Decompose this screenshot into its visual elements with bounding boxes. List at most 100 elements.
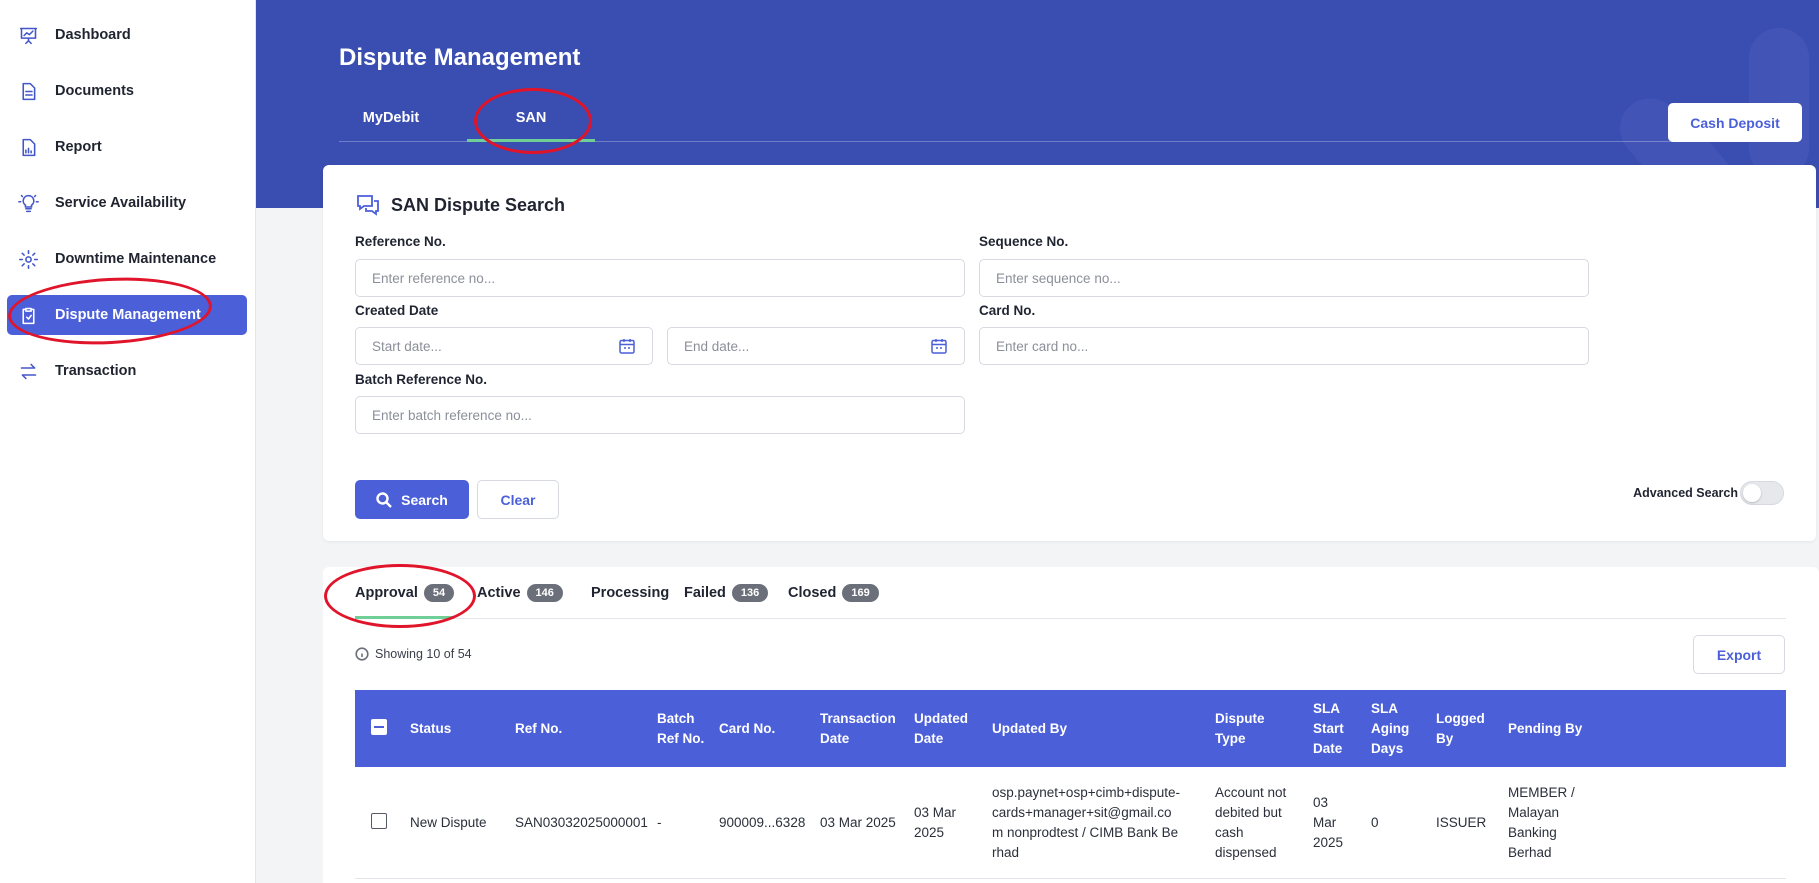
column-header[interactable]: Batch Ref No.: [657, 690, 705, 767]
column-header[interactable]: Card No.: [719, 690, 809, 767]
clipboard-icon: [17, 304, 39, 326]
column-header[interactable]: Status: [410, 690, 500, 767]
tab-label: Closed: [788, 585, 837, 601]
tab-label: Processing: [591, 585, 670, 601]
sidebar-item-label: Dashboard: [55, 27, 131, 43]
sidebar-item-label: Downtime Maintenance: [55, 251, 217, 267]
advanced-search-label: Advanced Search: [1633, 486, 1738, 500]
advanced-search: Advanced Search: [1633, 481, 1784, 505]
cell-sla-aging-days: 0: [1371, 815, 1379, 830]
sidebar-item-report[interactable]: Report: [7, 127, 247, 167]
count-badge: 54: [423, 584, 455, 602]
cell-pending-by: MEMBER / Malayan Banking Berhad: [1508, 785, 1575, 860]
tab-label: Approval: [355, 585, 418, 601]
reference-label: Reference No.: [355, 234, 446, 249]
sidebar: Dashboard Documents Report Service Avail…: [0, 0, 256, 883]
sidebar-item-dashboard[interactable]: Dashboard: [7, 15, 247, 55]
count-badge: 136: [731, 584, 769, 602]
calendar-icon[interactable]: [618, 337, 636, 355]
search-card: SAN Dispute Search Reference No. Sequenc…: [323, 165, 1816, 541]
column-header[interactable]: Updated Date: [914, 690, 984, 767]
sidebar-item-dispute-management[interactable]: Dispute Management: [7, 295, 247, 335]
chart-icon: [17, 24, 39, 46]
transfer-icon: [17, 360, 39, 382]
start-date-placeholder: Start date...: [372, 338, 442, 354]
card-no-input[interactable]: [979, 327, 1589, 365]
cell-ref-no: SAN03032025000001: [515, 815, 648, 830]
sidebar-item-transaction[interactable]: Transaction: [7, 351, 247, 391]
count-badge: 146: [526, 584, 563, 602]
end-date-placeholder: End date...: [684, 338, 750, 354]
export-button[interactable]: Export: [1693, 635, 1785, 674]
cell-logged-by: ISSUER: [1436, 815, 1487, 830]
batch-reference-input[interactable]: [355, 396, 965, 434]
search-button[interactable]: Search: [355, 480, 469, 519]
end-date-input[interactable]: End date...: [667, 327, 965, 365]
batch-reference-label: Batch Reference No.: [355, 372, 488, 387]
chat-icon: [357, 195, 379, 216]
status-tabs: Approval 54 Active 146 Processing Failed…: [355, 567, 1786, 619]
created-date-label: Created Date: [355, 303, 439, 318]
lightbulb-icon: [17, 192, 39, 214]
advanced-search-toggle[interactable]: [1740, 481, 1784, 505]
search-card-title: SAN Dispute Search: [391, 194, 566, 215]
table-row[interactable]: New Dispute SAN03032025000001 - 900009..…: [355, 767, 1786, 879]
tab-san[interactable]: SAN: [467, 100, 595, 142]
results-card: Approval 54 Active 146 Processing Failed…: [323, 567, 1819, 883]
cell-card-no: 900009...6328: [719, 815, 806, 830]
search-button-label: Search: [401, 491, 448, 508]
cash-deposit-button[interactable]: Cash Deposit: [1668, 103, 1802, 142]
sidebar-item-documents[interactable]: Documents: [7, 71, 247, 111]
tab-approval[interactable]: Approval 54: [355, 567, 455, 619]
sequence-label: Sequence No.: [979, 234, 1069, 249]
sidebar-item-service-availability[interactable]: Service Availability: [7, 183, 247, 223]
row-checkbox[interactable]: [371, 813, 387, 829]
showing-text: Showing 10 of 54: [375, 647, 472, 661]
column-header[interactable]: Transaction Date: [820, 690, 908, 767]
result-count: Showing 10 of 54: [355, 647, 472, 661]
cell-sla-start-date: 03 Mar 2025: [1313, 795, 1344, 850]
sidebar-item-label: Transaction: [55, 363, 137, 379]
sidebar-item-downtime-maintenance[interactable]: Downtime Maintenance: [7, 239, 247, 279]
sidebar-item-label: Dispute Management: [55, 307, 201, 323]
calendar-icon[interactable]: [930, 337, 948, 355]
sidebar-item-label: Service Availability: [55, 195, 187, 211]
tab-failed[interactable]: Failed 136: [684, 567, 769, 619]
info-icon: [355, 647, 369, 661]
cell-updated-by: osp.paynet+osp+cimb+dispute-cards+manage…: [992, 785, 1180, 860]
column-header[interactable]: SLA Start Date: [1313, 690, 1363, 767]
cell-status: New Dispute: [410, 815, 487, 830]
column-header[interactable]: Dispute Type: [1215, 690, 1285, 767]
search-card-header: SAN Dispute Search: [355, 192, 565, 218]
sidebar-item-label: Documents: [55, 83, 134, 99]
clear-button[interactable]: Clear: [477, 480, 559, 519]
sidebar-item-label: Report: [55, 139, 102, 155]
page-title: Dispute Management: [339, 44, 581, 71]
table-header: Status Ref No. Batch Ref No. Card No. Tr…: [355, 690, 1786, 767]
tab-label: Active: [477, 585, 521, 601]
tab-mydebit[interactable]: MyDebit: [345, 100, 437, 142]
column-header[interactable]: Updated By: [992, 690, 1202, 767]
top-tabs: MyDebit SAN: [339, 100, 1799, 142]
cell-transaction-date: 03 Mar 2025: [820, 815, 896, 830]
column-header[interactable]: SLA Aging Days: [1371, 690, 1421, 767]
column-header[interactable]: Ref No.: [515, 690, 645, 767]
select-all-checkbox[interactable]: [371, 719, 387, 735]
count-badge: 169: [842, 584, 879, 602]
document-icon: [17, 80, 39, 102]
tab-processing[interactable]: Processing: [591, 567, 669, 619]
tab-closed[interactable]: Closed 169: [788, 567, 879, 619]
search-icon: [376, 491, 392, 508]
start-date-input[interactable]: Start date...: [355, 327, 653, 365]
card-no-label: Card No.: [979, 303, 1036, 318]
gear-icon: [17, 248, 39, 270]
tab-active[interactable]: Active 146: [477, 567, 563, 619]
cell-updated-date: 03 Mar 2025: [914, 805, 957, 840]
reference-input[interactable]: [355, 259, 965, 297]
column-header[interactable]: Logged By: [1436, 690, 1502, 767]
sequence-input[interactable]: [979, 259, 1589, 297]
column-header[interactable]: Pending By: [1508, 690, 1586, 767]
cell-batch-ref-no: -: [657, 815, 662, 830]
tab-label: Failed: [684, 585, 726, 601]
cell-dispute-type: Account not debited but cash dispensed: [1215, 785, 1287, 860]
